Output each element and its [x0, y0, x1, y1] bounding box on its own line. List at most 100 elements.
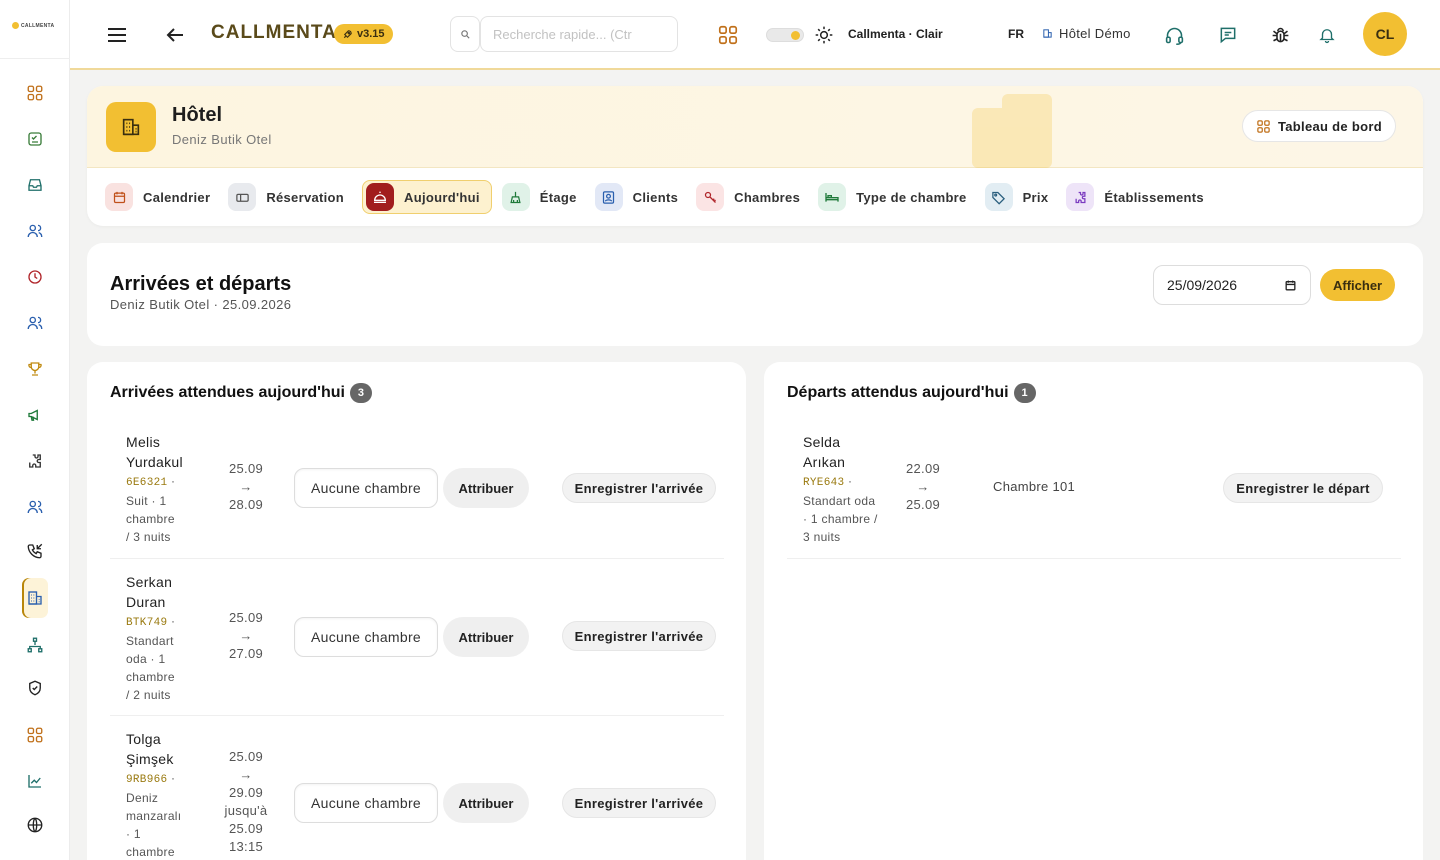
- building-icon: [122, 118, 140, 136]
- sidebar-item-language[interactable]: [22, 812, 48, 838]
- key-icon: [704, 191, 716, 203]
- app-logo[interactable]: CALLMENTA: [12, 22, 54, 29]
- sidebar-item-apps[interactable]: [22, 722, 48, 748]
- theme-label[interactable]: Callmenta · Clair: [848, 27, 943, 41]
- tab-label: Réservation: [266, 189, 345, 205]
- clock-icon: [28, 270, 42, 284]
- search-button[interactable]: [450, 16, 480, 52]
- guest-first-name: Tolga: [126, 731, 161, 747]
- menu-button[interactable]: [104, 22, 130, 48]
- tab-icon-box: [696, 183, 725, 211]
- departures-title: Départs attendus aujourd'hui 1: [787, 383, 1036, 403]
- page-subtitle: Deniz Butik Otel: [172, 132, 272, 147]
- calendar-icon[interactable]: [1284, 279, 1297, 292]
- until-label: jusqu'à: [224, 803, 268, 818]
- check-in-date: 25.09: [228, 610, 264, 625]
- tab-etablissements[interactable]: Établissements: [1066, 180, 1222, 214]
- back-button[interactable]: [162, 22, 188, 48]
- room-select[interactable]: Aucune chambre: [294, 617, 438, 657]
- hotel-selector[interactable]: Hôtel Démo: [1042, 26, 1131, 41]
- sidebar-item-hotel[interactable]: [22, 578, 48, 618]
- sidebar-item-contacts[interactable]: [22, 494, 48, 520]
- dashboard-button[interactable]: Tableau de bord: [1242, 110, 1396, 142]
- guest-last-name: Arıkan: [803, 454, 846, 470]
- user-card-icon: [603, 190, 615, 204]
- sidebar-item-rewards[interactable]: [22, 356, 48, 382]
- stay-dates: 22.09 → 25.09: [893, 460, 953, 514]
- sidebar-item-dashboard[interactable]: [22, 80, 48, 106]
- checkin-button[interactable]: Enregistrer l'arrivée: [562, 473, 716, 503]
- room-select[interactable]: Aucune chambre: [294, 468, 438, 508]
- tab-label: Chambres: [734, 189, 801, 205]
- sidebar-item-users[interactable]: [22, 218, 48, 244]
- assign-button[interactable]: Attribuer: [443, 617, 529, 657]
- apps-launcher-button[interactable]: [715, 22, 741, 48]
- puzzle-icon: [29, 454, 41, 468]
- guest-last-name: Şimşek: [126, 751, 174, 767]
- booking-code[interactable]: RYE643: [803, 477, 844, 489]
- brand-name[interactable]: CALLMENTA: [211, 22, 337, 44]
- assign-button[interactable]: Attribuer: [443, 783, 529, 823]
- arrivals-title-label: Arrivées attendues aujourd'hui: [110, 384, 345, 401]
- tab-calendrier[interactable]: Calendrier: [105, 180, 228, 214]
- tab-clients[interactable]: Clients: [594, 180, 696, 214]
- tab-icon-box: [594, 183, 623, 211]
- sidebar-item-security[interactable]: [22, 675, 48, 701]
- support-button[interactable]: [1161, 22, 1187, 48]
- tab-chambres[interactable]: Chambres: [696, 180, 818, 214]
- sidebar-item-analytics[interactable]: [22, 768, 48, 794]
- hotel-header-icon: [106, 102, 156, 152]
- sidebar-item-calls[interactable]: [22, 538, 48, 564]
- room-info: oda · 1: [126, 652, 166, 666]
- section-subtitle: Deniz Butik Otel · 25.09.2026: [110, 297, 292, 312]
- room-info: / 3 nuits: [126, 530, 171, 544]
- sidebar-item-team[interactable]: [22, 310, 48, 336]
- booking-code-line: BTK749 ·: [126, 614, 176, 629]
- hotel-icon: [28, 591, 42, 605]
- stay-dates: 25.09 → 27.09: [216, 609, 276, 663]
- date-arrow: →: [239, 628, 253, 643]
- tab-etage[interactable]: Étage: [501, 180, 595, 214]
- team-icon: [27, 316, 43, 330]
- inbox-icon: [28, 179, 42, 191]
- booking-code-line: RYE643 ·: [803, 474, 853, 489]
- sidebar-item-integrations[interactable]: [22, 448, 48, 474]
- booking-code[interactable]: BTK749: [126, 617, 167, 629]
- sidebar-item-tasks[interactable]: [22, 126, 48, 152]
- language-selector[interactable]: FR: [1008, 27, 1024, 41]
- theme-toggle[interactable]: [766, 28, 804, 42]
- date-arrow: →: [239, 767, 253, 782]
- notifications-button[interactable]: [1314, 22, 1340, 48]
- tab-type-de-chambre[interactable]: Type de chambre: [818, 180, 984, 214]
- tab-reservation[interactable]: Réservation: [228, 180, 362, 214]
- arrival-row: Serkan Duran BTK749 · Standart oda · 1 c…: [110, 559, 724, 716]
- arrivals-title: Arrivées attendues aujourd'hui 3: [110, 383, 372, 403]
- headset-icon: [1165, 27, 1183, 45]
- booking-code-line: 9RB966 ·: [126, 771, 176, 786]
- checkout-button[interactable]: Enregistrer le départ: [1223, 473, 1383, 503]
- sidebar-item-history[interactable]: [22, 264, 48, 290]
- hotel-tabs: Calendrier Réservation Aujourd'hui Étage…: [105, 179, 1222, 215]
- tab-prix[interactable]: Prix: [984, 180, 1067, 214]
- user-avatar[interactable]: CL: [1363, 12, 1407, 56]
- messages-button[interactable]: [1215, 22, 1241, 48]
- room-select[interactable]: Aucune chambre: [294, 783, 438, 823]
- bug-report-button[interactable]: [1267, 22, 1293, 48]
- guest-info: Melis Yurdakul 6E6321 · Suit · 1 chambre…: [126, 432, 196, 546]
- booking-code[interactable]: 9RB966: [126, 774, 167, 786]
- sidebar-item-inbox[interactable]: [22, 172, 48, 198]
- theme-button[interactable]: [811, 22, 837, 48]
- date-picker-input[interactable]: 25/09/2026: [1153, 265, 1311, 305]
- tab-aujourdhui[interactable]: Aujourd'hui: [362, 180, 492, 214]
- checkin-button[interactable]: Enregistrer l'arrivée: [562, 788, 716, 818]
- assign-button[interactable]: Attribuer: [443, 468, 529, 508]
- rocket-icon: [343, 29, 352, 38]
- checkin-button[interactable]: Enregistrer l'arrivée: [562, 621, 716, 651]
- guest-first-name: Melis: [126, 434, 161, 450]
- booking-code[interactable]: 6E6321: [126, 477, 167, 489]
- show-button[interactable]: Afficher: [1320, 269, 1396, 301]
- sidebar-item-campaigns[interactable]: [22, 402, 48, 428]
- guest-last-name: Yurdakul: [126, 454, 183, 470]
- sidebar-item-hierarchy[interactable]: [22, 632, 48, 658]
- quick-search-input[interactable]: [480, 16, 678, 52]
